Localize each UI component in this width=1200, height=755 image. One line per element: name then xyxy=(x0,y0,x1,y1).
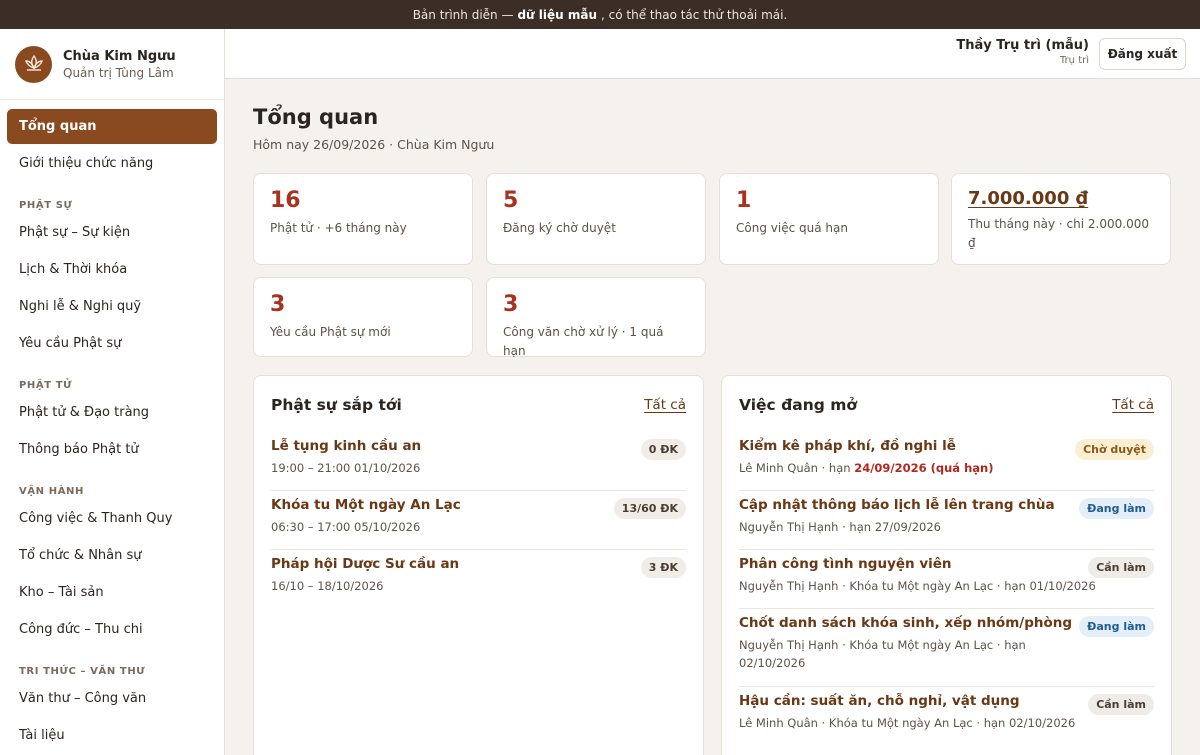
stat-value: 5 xyxy=(503,188,519,213)
event-title: Lễ tụng kinh cầu an xyxy=(271,438,422,454)
stat-card-pending[interactable]: 5 Đăng ký chờ duyệt xyxy=(486,173,706,265)
sidebar-item-members[interactable]: Phật tử & Đạo tràng xyxy=(7,395,217,430)
event-row[interactable]: Khóa tu Một ngày An Lạc 06:30 – 17:00 05… xyxy=(271,491,686,550)
stat-value: 1 xyxy=(736,188,752,213)
topbar: Thầy Trụ trì (mẫu) Trụ trì Đăng xuất xyxy=(225,29,1200,79)
sidebar-item-library[interactable]: Tài liệu xyxy=(7,718,217,753)
stat-card-overdue[interactable]: 1 Công việc quá hạn xyxy=(719,173,939,265)
panel-title: Phật sự sắp tới xyxy=(271,396,402,414)
event-row[interactable]: Lễ tụng kinh cầu an 19:00 – 21:00 01/10/… xyxy=(271,432,686,491)
task-meta: Nguyễn Thị Hạnh · Khóa tu Một ngày An Lạ… xyxy=(739,638,1026,670)
stat-label: Thu tháng này · chi 2.000.000 ₫ xyxy=(968,217,1149,250)
upcoming-events-panel: Phật sự sắp tới Tất cả Lễ tụng kinh cầu … xyxy=(253,375,704,755)
sidebar-item-schedule[interactable]: Lịch & Thời khóa xyxy=(7,252,217,287)
stat-value: 3 xyxy=(503,292,519,317)
stat-card-docs[interactable]: 3 Công văn chờ xử lý · 1 quá hạn xyxy=(486,277,706,358)
logout-button[interactable]: Đăng xuất xyxy=(1099,38,1186,70)
task-meta: Nguyễn Thị Hạnh · Khóa tu Một ngày An Lạ… xyxy=(739,579,1096,593)
sidebar-item-finance[interactable]: Công đức – Thu chi xyxy=(7,612,217,647)
sidebar-nav: Tổng quan Giới thiệu chức năng PHẬT SỰ P… xyxy=(0,100,224,753)
task-meta: Nguyễn Thị Hạnh · hạn 27/09/2026 xyxy=(739,520,941,534)
stat-card-requests[interactable]: 3 Yêu cầu Phật sự mới xyxy=(253,277,473,357)
stat-card-members[interactable]: 16 Phật tử · +6 tháng này xyxy=(253,173,473,265)
status-badge: Đang làm xyxy=(1079,498,1154,519)
view-all-events-link[interactable]: Tất cả xyxy=(644,397,686,413)
registration-badge: 0 ĐK xyxy=(640,439,686,460)
sidebar-item-documents[interactable]: Văn thư – Công văn xyxy=(7,681,217,716)
stat-card-income[interactable]: 7.000.000 ₫ Thu tháng này · chi 2.000.00… xyxy=(951,173,1171,265)
sidebar-item-tasks[interactable]: Công việc & Thanh Quy xyxy=(7,501,217,536)
task-due-overdue: 24/09/2026 (quá hạn) xyxy=(854,461,994,475)
task-meta: Lê Minh Quân · hạn 24/09/2026 (quá hạn) xyxy=(739,459,1154,477)
status-badge: Đang làm xyxy=(1079,616,1154,637)
stat-value: 16 xyxy=(270,188,301,213)
open-tasks-panel: Việc đang mở Tất cả Kiểm kê pháp khí, đồ… xyxy=(721,375,1172,755)
brand[interactable]: Chùa Kim Ngưu Quản trị Tùng Lâm xyxy=(0,29,224,100)
task-assignee: Lê Minh Quân · hạn xyxy=(739,461,851,475)
panel-title: Việc đang mở xyxy=(739,396,858,414)
event-time: 16/10 – 18/10/2026 xyxy=(271,579,384,593)
status-badge: Chờ duyệt xyxy=(1075,439,1154,460)
sidebar-item-org[interactable]: Tổ chức & Nhân sự xyxy=(7,538,217,573)
stat-label: Yêu cầu Phật sự mới xyxy=(270,325,391,339)
stat-label: Công văn chờ xử lý · 1 quá hạn xyxy=(503,325,664,358)
sidebar-item-requests[interactable]: Yêu cầu Phật sự xyxy=(7,326,217,361)
status-badge: Cần làm xyxy=(1088,557,1154,578)
registration-badge: 3 ĐK xyxy=(640,557,686,578)
user-info: Thầy Trụ trì (mẫu) Trụ trì xyxy=(956,38,1089,66)
banner-text-before: Bản trình diễn — xyxy=(412,7,514,22)
demo-banner: Bản trình diễn — dữ liệu mẫu , có thể th… xyxy=(0,0,1200,29)
sidebar-item-rituals[interactable]: Nghi lễ & Nghi quỹ xyxy=(7,289,217,324)
page-subtitle: Hôm nay 26/09/2026 · Chùa Kim Ngưu xyxy=(253,137,495,152)
task-meta: Lê Minh Quân · Khóa tu Một ngày An Lạc ·… xyxy=(739,716,1076,730)
sidebar-item-notices[interactable]: Thông báo Phật tử xyxy=(7,432,217,467)
sidebar: Chùa Kim Ngưu Quản trị Tùng Lâm Tổng qua… xyxy=(0,29,225,755)
sidebar-item-intro[interactable]: Giới thiệu chức năng xyxy=(7,146,217,181)
sidebar-item-overview[interactable]: Tổng quan xyxy=(7,109,217,144)
event-row[interactable]: Pháp hội Dược Sư cầu an 16/10 – 18/10/20… xyxy=(271,550,686,609)
status-badge: Cần làm xyxy=(1088,694,1154,715)
task-row[interactable]: Kiểm kê pháp khí, đồ nghi lễ Lê Minh Quâ… xyxy=(739,432,1154,491)
stat-label: Đăng ký chờ duyệt xyxy=(503,221,616,235)
brand-subtitle: Quản trị Tùng Lâm xyxy=(63,65,174,80)
panel-header: Việc đang mở Tất cả xyxy=(739,376,1154,432)
sidebar-item-inventory[interactable]: Kho – Tài sản xyxy=(7,575,217,610)
panel-header: Phật sự sắp tới Tất cả xyxy=(271,376,686,432)
view-all-tasks-link[interactable]: Tất cả xyxy=(1112,397,1154,413)
sidebar-section-phat-tu: PHẬT TỬ xyxy=(19,380,73,391)
sidebar-item-events[interactable]: Phật sự – Sự kiện xyxy=(7,215,217,250)
brand-name: Chùa Kim Ngưu xyxy=(63,48,176,64)
user-name: Thầy Trụ trì (mẫu) xyxy=(956,38,1089,53)
sidebar-section-tri-thuc: TRI THỨC – VĂN THƯ xyxy=(19,666,146,677)
user-role: Trụ trì xyxy=(1059,55,1089,66)
stat-value: 3 xyxy=(270,292,286,317)
banner-text-after: , có thể thao tác thử thoải mái. xyxy=(601,7,788,22)
sidebar-section-phat-su: PHẬT SỰ xyxy=(19,200,73,211)
task-row[interactable]: Chốt danh sách khóa sinh, xếp nhóm/phòng… xyxy=(739,609,1154,687)
lotus-icon xyxy=(15,45,52,83)
banner-text-bold: dữ liệu mẫu xyxy=(517,7,598,22)
sidebar-section-van-hanh: VẬN HÀNH xyxy=(19,486,84,497)
event-time: 19:00 – 21:00 01/10/2026 xyxy=(271,461,421,475)
stat-label: Phật tử · +6 tháng này xyxy=(270,221,407,235)
page-title: Tổng quan xyxy=(253,105,379,129)
event-title: Pháp hội Dược Sư cầu an xyxy=(271,556,460,572)
task-row[interactable]: Cập nhật thông báo lịch lễ lên trang chù… xyxy=(739,491,1154,550)
task-row[interactable]: Hậu cần: suất ăn, chỗ nghỉ, vật dụng Lê … xyxy=(739,687,1154,746)
registration-badge: 13/60 ĐK xyxy=(613,498,686,519)
stat-label: Công việc quá hạn xyxy=(736,221,848,235)
event-time: 06:30 – 17:00 05/10/2026 xyxy=(271,520,421,534)
main-content: Tổng quan Hôm nay 26/09/2026 · Chùa Kim … xyxy=(253,79,1173,755)
task-row[interactable]: Phân công tình nguyện viên Nguyễn Thị Hạ… xyxy=(739,550,1154,609)
stat-value: 7.000.000 ₫ xyxy=(968,188,1089,209)
